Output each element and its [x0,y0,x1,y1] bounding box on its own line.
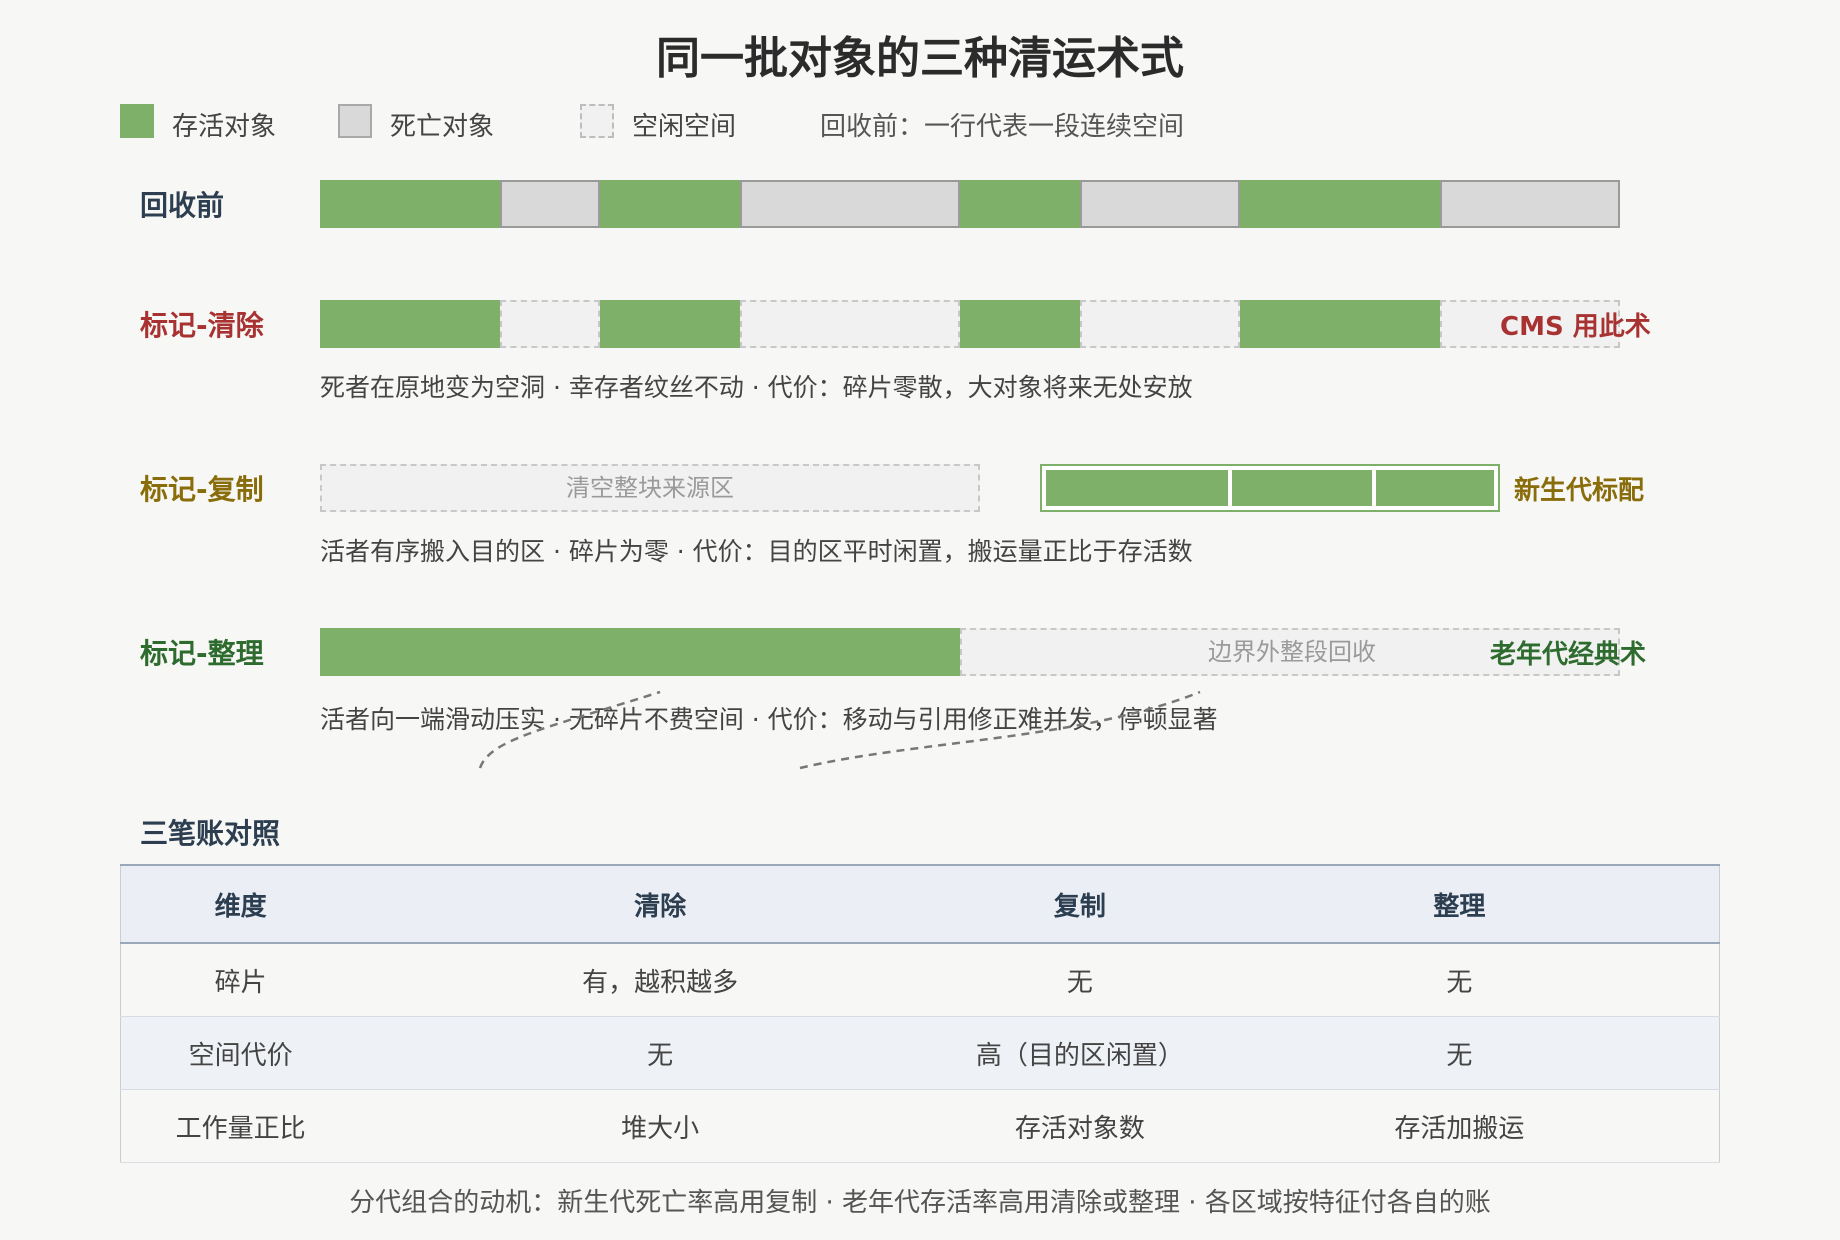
table-row: 空间代价 无 高（目的区闲置） 无 [120,1016,1720,1090]
sweep-desc: 死者在原地变为空洞 · 幸存者纹丝不动 · 代价：碎片零散，大对象将来无处安放 [320,373,1193,402]
sweep-seg-free [1080,300,1240,348]
table-header: 维度 [120,864,361,944]
sweep-seg-free [740,300,960,348]
table-row: 工作量正比 堆大小 存活对象数 存活加搬运 [120,1089,1720,1163]
before-seg-dead [1080,180,1240,228]
before-seg-dead [500,180,600,228]
table-cell: 无 [1199,1016,1720,1090]
before-seg-dead [1440,180,1620,228]
page-title: 同一批对象的三种清运术式 [656,33,1184,84]
legend-live-label: 存活对象 [172,112,277,142]
comparison-table-wrap: 维度 清除 复制 整理 碎片 有，越积越多 无 无 空间代价 无 高（目的区闲置… [120,864,1720,1163]
table-cell: 工作量正比 [120,1089,361,1163]
copy-seg-live [1232,470,1372,506]
sweep-tag: CMS 用此术 [1500,312,1651,342]
table-header: 清除 [360,864,960,944]
sweep-seg-live [600,300,740,348]
before-seg-live [1240,180,1440,228]
table-header: 整理 [1199,864,1720,944]
before-seg-live [320,180,500,228]
sweep-seg-live [1240,300,1440,348]
table-cell: 高（目的区闲置） [959,1016,1200,1090]
sweep-seg-free [500,300,600,348]
compact-seg-live [320,628,960,676]
compact-tag: 老年代经典术 [1490,640,1647,670]
table-cell: 有，越积越多 [360,943,960,1017]
table-cell: 碎片 [120,943,361,1017]
before-seg-dead [740,180,960,228]
table-cell: 无 [360,1016,960,1090]
copy-seg-live [1376,470,1494,506]
row-label-compact: 标记-整理 [140,637,264,670]
before-seg-live [600,180,740,228]
copy-desc: 活者有序搬入目的区 · 碎片为零 · 代价：目的区平时闲置，搬运量正比于存活数 [320,537,1193,566]
legend-dead-swatch [338,104,372,138]
table-cell: 无 [1199,943,1720,1017]
table-cell: 无 [959,943,1200,1017]
legend-dead-label: 死亡对象 [390,112,495,142]
row-label-before: 回收前 [140,189,225,222]
comparison-title: 三笔账对照 [140,817,281,850]
table-row: 碎片 有，越积越多 无 无 [120,943,1720,1017]
table-header-row: 维度 清除 复制 整理 [120,864,1720,944]
copy-source-area: 清空整块来源区 [320,464,980,512]
table-cell: 空间代价 [120,1016,361,1090]
legend-note: 回收前：一行代表一段连续空间 [820,112,1185,142]
copy-target-area [1040,464,1500,512]
sweep-bar [320,300,1620,348]
before-bar [320,180,1620,228]
sweep-seg-live [320,300,500,348]
legend-free-label: 空闲空间 [632,112,737,142]
row-label-copy: 标记-复制 [140,473,264,506]
before-seg-live [960,180,1080,228]
comparison-table: 维度 清除 复制 整理 碎片 有，越积越多 无 无 空间代价 无 高（目的区闲置… [120,864,1720,1163]
copy-source-label: 清空整块来源区 [566,474,734,502]
legend-live-swatch [120,104,154,138]
slide-arrow [478,690,661,769]
sweep-seg-live [960,300,1080,348]
row-label-sweep: 标记-清除 [140,309,264,342]
table-cell: 堆大小 [360,1089,960,1163]
copy-seg-live [1046,470,1228,506]
copy-tag: 新生代标配 [1514,476,1645,506]
slide-arrows [478,690,1201,770]
table-cell: 存活加搬运 [1199,1089,1720,1163]
footer-note: 分代组合的动机：新生代死亡率高用复制 · 老年代存活率高用清除或整理 · 各区域… [349,1188,1491,1218]
table-cell: 存活对象数 [959,1089,1200,1163]
legend-free-swatch [580,104,614,138]
slide-arrow [799,690,1201,770]
table-header: 复制 [959,864,1200,944]
